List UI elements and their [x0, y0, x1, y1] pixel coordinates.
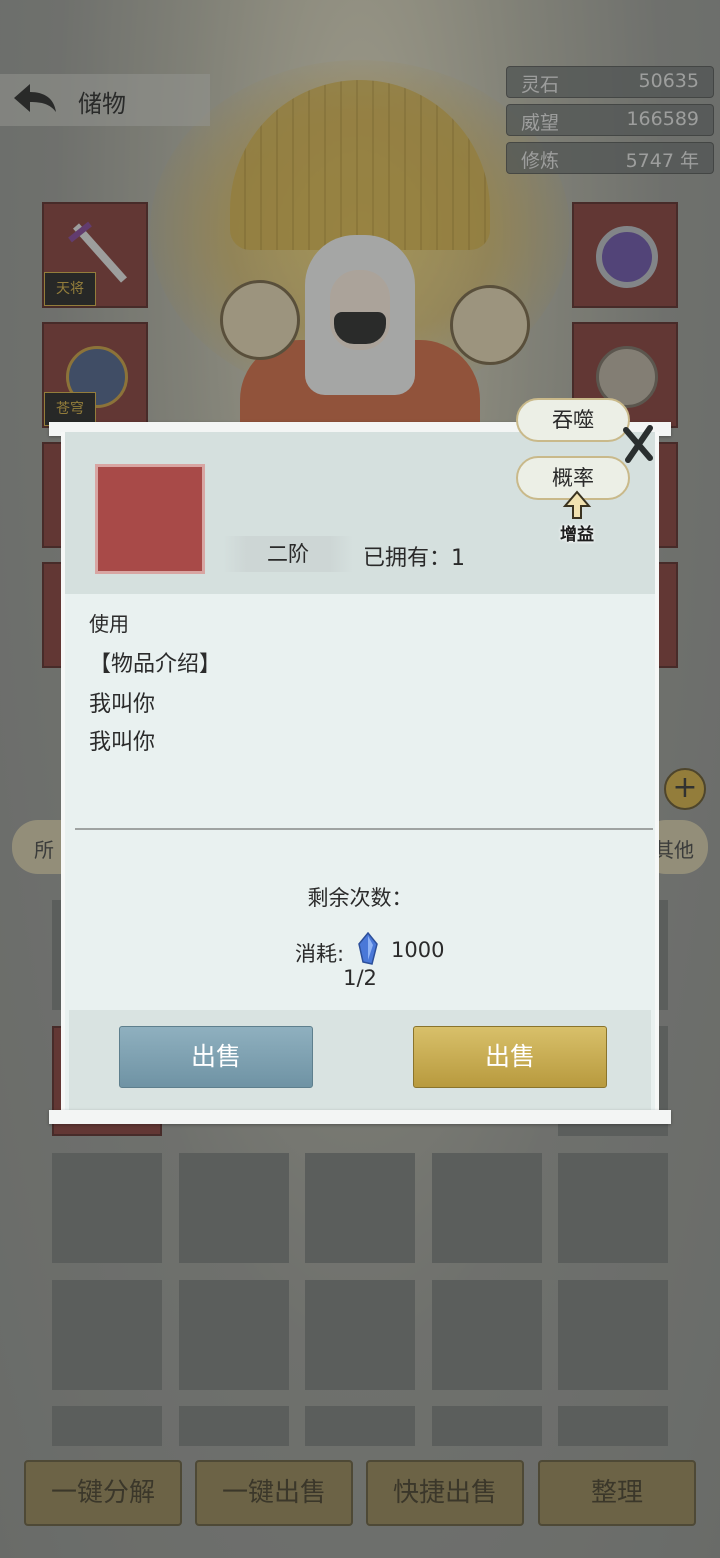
- scroll-rod-bottom: [49, 1110, 671, 1124]
- remaining-uses-label: 剩余次数：: [307, 886, 413, 910]
- devour-button[interactable]: 吞噬: [516, 398, 630, 442]
- item-icon: [95, 464, 205, 574]
- tier-tag: 二阶: [223, 536, 353, 572]
- sell-button[interactable]: 出售: [119, 1026, 313, 1088]
- cost-amount: 1000: [391, 938, 445, 962]
- owned-count: 已拥有：1: [363, 546, 465, 571]
- spirit-crystal-icon: [358, 932, 378, 965]
- use-count: 1/2: [343, 966, 377, 990]
- divider: [75, 828, 653, 830]
- use-label: 使用: [89, 612, 129, 636]
- item-desc-line: 【物品介绍】: [89, 652, 222, 677]
- boost-label: 增益: [560, 525, 594, 545]
- boost-icon[interactable]: 增益: [552, 490, 602, 546]
- item-desc-line: 我叫你: [89, 692, 156, 717]
- sell-confirm-button[interactable]: 出售: [413, 1026, 607, 1088]
- item-desc-line: 我叫你: [89, 730, 156, 755]
- close-icon[interactable]: [620, 424, 656, 464]
- cost-label: 消耗:: [295, 942, 345, 966]
- up-arrow-icon: [562, 490, 592, 519]
